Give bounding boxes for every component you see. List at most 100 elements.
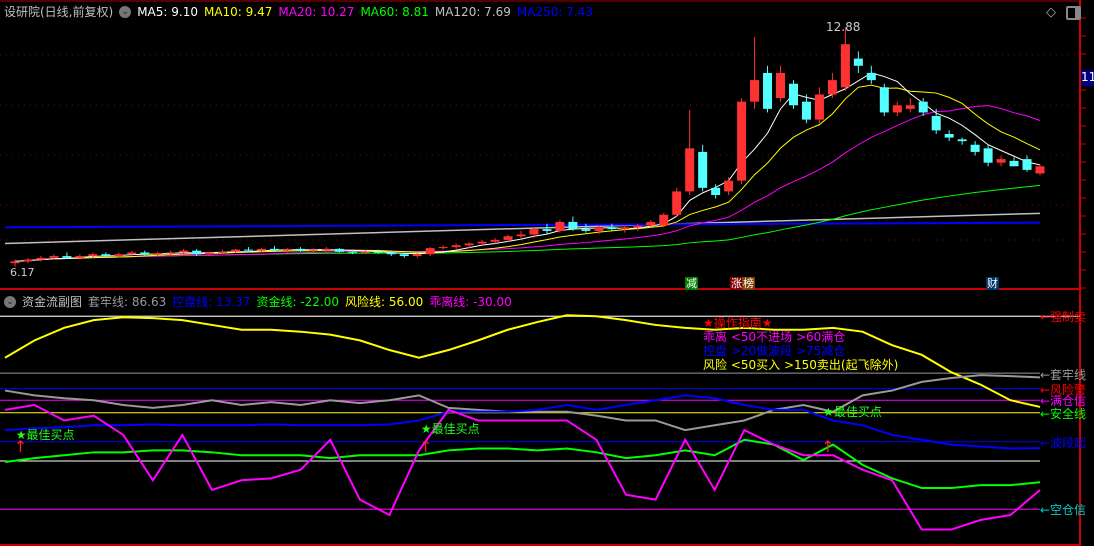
candle-body	[555, 221, 565, 231]
candle-body	[101, 254, 111, 257]
candle-body	[114, 254, 124, 257]
sub-legend-item: 套牢线: 86.63	[88, 295, 167, 309]
candle-body	[633, 225, 643, 228]
candle-body	[321, 248, 331, 250]
candle-body	[685, 148, 695, 192]
candle-body	[892, 105, 902, 113]
guide-line: ★操作指南★	[703, 316, 773, 330]
right-label: ←强制卖	[1040, 310, 1087, 325]
candle-body	[529, 229, 539, 235]
candle-body	[399, 254, 409, 257]
stock-chart-window: ↑ ↑ ↑ 设研院(日线,前复权) ⌄ MA5: 9.10 MA10: 9.47 MA2…	[0, 0, 1094, 546]
buy-point-label: ★最佳买点	[420, 422, 480, 436]
candle-body	[853, 58, 863, 66]
candle-body	[386, 252, 396, 255]
candle-body	[451, 245, 461, 248]
candle-body	[698, 151, 708, 188]
tag-finance[interactable]: 财	[986, 277, 999, 290]
price-axis-marker: 11	[1081, 70, 1094, 86]
candle-body	[62, 256, 72, 258]
candle-body	[750, 80, 760, 102]
candle-body	[360, 251, 370, 253]
candle-body	[49, 256, 59, 258]
candle-body	[412, 254, 422, 257]
candle-body	[464, 243, 474, 246]
candle-body	[347, 251, 357, 253]
dropdown-icon[interactable]: ⌄	[119, 5, 132, 18]
guide-line: 风险 <50买入 >150卖出(起飞除外)	[703, 358, 899, 372]
candle-body	[166, 252, 176, 254]
tag-list[interactable]: 榜	[742, 277, 755, 290]
candle-body	[334, 248, 344, 252]
sub-legend-item: 资金线: -22.00	[256, 295, 339, 309]
candle-body	[127, 252, 137, 255]
candle-body	[503, 236, 513, 240]
ma-legend-item: MA20: 10.27	[278, 4, 355, 19]
candle-body	[866, 72, 876, 81]
candle-body	[970, 144, 980, 152]
ma-legend-item: MA5: 9.10	[137, 4, 198, 19]
sub-legend: ⌄ 资金流副图 套牢线: 86.63 控盘线: 13.37 资金线: -22.00 风…	[4, 293, 512, 310]
right-label: ←空仓信	[1040, 503, 1087, 518]
candle-body	[179, 250, 189, 253]
candle-body	[801, 101, 811, 120]
candle-body	[140, 252, 150, 255]
candle-body	[490, 239, 500, 242]
candle-body	[659, 214, 669, 226]
guide-line: 控盘 >20做波段 >75减仓	[703, 344, 846, 358]
candle-body	[36, 257, 46, 260]
buy-point-label: ★最佳买点	[823, 405, 882, 419]
candle-body	[75, 256, 85, 258]
candle-body	[308, 249, 318, 251]
right-label: ←安全线	[1040, 406, 1087, 421]
guide-line: 乖离 <50不进场 >60满仓	[703, 330, 846, 344]
candle-body	[646, 221, 656, 226]
buy-arrow-icon: ↑	[821, 437, 834, 456]
ma-legend-item: MA10: 9.47	[203, 4, 273, 19]
candle-body	[607, 227, 617, 230]
candle-body	[218, 251, 228, 253]
candle-body	[1035, 166, 1045, 174]
candle-body	[840, 44, 850, 88]
right-label: ←波段起	[1040, 435, 1087, 450]
sub-title: 资金流副图	[22, 295, 83, 309]
candle-body	[373, 251, 383, 253]
high-price-label: 12.88	[826, 20, 861, 34]
candle-body	[10, 261, 20, 264]
candle-body	[257, 248, 267, 251]
series-资金线	[4, 438, 1041, 490]
candle-body	[153, 253, 163, 255]
candle-body	[724, 180, 734, 192]
candle-body	[205, 252, 215, 255]
panel-toggle-icon[interactable]	[1066, 6, 1081, 20]
ma-legend-item: MA60: 8.81	[360, 4, 429, 19]
diamond-icon[interactable]: ◇	[1046, 5, 1056, 20]
candle-body	[581, 229, 591, 231]
sub-legend-item: 乖离线: -30.00	[429, 295, 512, 309]
candle-body	[594, 227, 604, 231]
candle-body	[827, 80, 837, 95]
buy-point-label: ★最佳买点	[15, 428, 75, 442]
operation-guide: ★操作指南★ 乖离 <50不进场 >60满仓 控盘 >20做波段 >75减仓 风险 <…	[703, 316, 898, 372]
candle-body	[763, 72, 773, 109]
candle-body	[918, 101, 928, 113]
candle-body	[88, 254, 98, 257]
sub-legend-item: 控盘线: 13.37	[172, 295, 251, 309]
candle-body	[957, 139, 967, 142]
main-title: 设研院(日线,前复权)	[4, 5, 114, 19]
candle-body	[983, 148, 993, 163]
candle-body	[244, 249, 254, 251]
candle-body	[192, 250, 202, 255]
candle-body	[295, 248, 305, 251]
candle-body	[23, 259, 33, 262]
ma-legend-item: MA250: 7.43	[516, 4, 593, 19]
candle-body	[879, 87, 889, 113]
sub-legend-item: 风险线: 56.00	[345, 295, 424, 309]
chart-canvas[interactable]: ↑ ↑ ↑	[0, 0, 1094, 546]
tag-reduce[interactable]: 减	[685, 277, 698, 290]
candle-body	[1022, 159, 1032, 170]
candle-body	[620, 227, 630, 230]
dropdown-icon[interactable]: ⌄	[4, 295, 16, 308]
candle-body	[905, 105, 915, 109]
candle-body	[672, 191, 682, 215]
